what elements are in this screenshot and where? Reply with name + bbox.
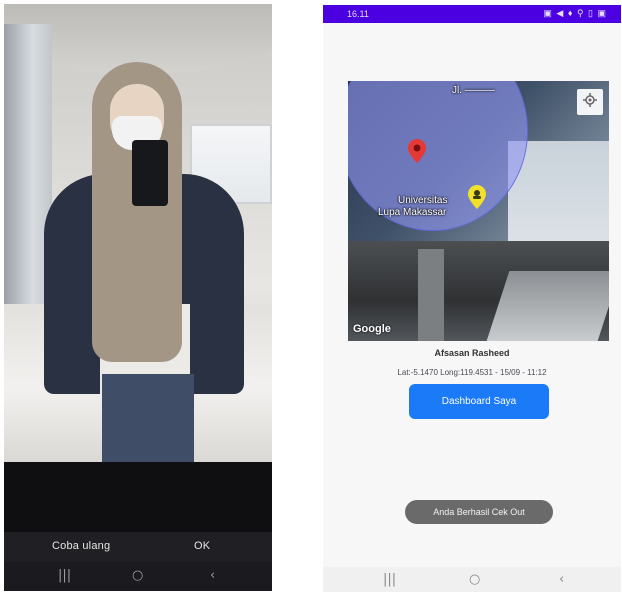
- map-place-label-line2: Lupa Makassar: [378, 207, 447, 218]
- my-location-button[interactable]: [577, 89, 603, 115]
- retry-button[interactable]: Coba ulang: [52, 540, 110, 552]
- user-location-marker-icon[interactable]: [468, 185, 486, 214]
- location-coordinates: Lat:-5.1470 Long:119.4531 - 15/09 - 11:1…: [397, 368, 547, 377]
- office-location-marker-icon[interactable]: [408, 139, 426, 168]
- status-time: 16.11: [347, 9, 369, 19]
- map-building-roof: [486, 271, 609, 341]
- checkout-success-toast: Anda Berhasil Cek Out: [405, 500, 553, 524]
- employee-name: Afsasan Rasheed: [434, 348, 510, 358]
- home-icon[interactable]: ○: [132, 569, 143, 583]
- location-map[interactable]: Jl. ——— Universitas Lupa Makassar Google: [348, 81, 609, 341]
- status-bar: 16.11 ▣ ◀ ♦ ⚲ ▯ ▣: [323, 5, 621, 23]
- photo-person-jeans: [102, 374, 194, 470]
- dashboard-button[interactable]: Dashboard Saya: [409, 384, 549, 419]
- back-icon[interactable]: ‹: [210, 569, 215, 583]
- system-nav-bar-app: ||| ○ ‹: [323, 567, 621, 592]
- recents-icon[interactable]: |||: [58, 569, 71, 583]
- photo-phone-in-hand: [132, 140, 168, 206]
- attendance-app-screen: 16.11 ▣ ◀ ♦ ⚲ ▯ ▣ Jl. ——— Universitas Lu…: [323, 5, 621, 592]
- camera-preview-screen: Coba ulang OK ||| ○ ‹: [4, 4, 272, 591]
- home-icon[interactable]: ○: [469, 573, 480, 587]
- camera-photo: [4, 4, 272, 470]
- recents-icon[interactable]: |||: [383, 573, 396, 587]
- google-attribution: Google: [353, 323, 391, 335]
- camera-action-bar: Coba ulang OK: [4, 532, 272, 562]
- back-icon[interactable]: ‹: [559, 573, 564, 587]
- ok-button[interactable]: OK: [194, 540, 210, 552]
- map-road: [418, 249, 444, 341]
- camera-bottom-panel: [4, 462, 272, 542]
- map-place-label-line1: Universitas: [398, 195, 448, 206]
- map-street-label: Jl. ———: [452, 85, 495, 96]
- crosshair-icon: [583, 92, 597, 112]
- status-icons: ▣ ◀ ♦ ⚲ ▯ ▣: [543, 8, 607, 18]
- system-nav-bar: ||| ○ ‹: [4, 562, 272, 591]
